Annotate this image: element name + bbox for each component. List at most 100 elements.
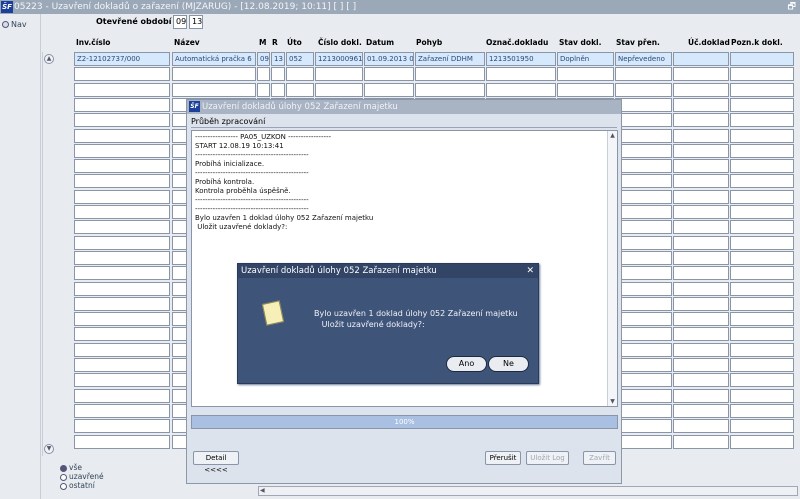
table-cell-uto[interactable] [286, 83, 314, 97]
table-cell-stav-pren[interactable] [615, 373, 672, 387]
table-cell-pozn[interactable] [730, 251, 794, 265]
table-cell-pozn[interactable] [730, 67, 794, 81]
table-cell-inv[interactable] [74, 67, 170, 81]
table-cell-pozn[interactable] [730, 159, 794, 173]
table-cell-pozn[interactable] [730, 373, 794, 387]
table-cell-nazev[interactable]: Automatická pračka 6 [172, 52, 256, 66]
table-cell-stav-pren[interactable] [615, 343, 672, 357]
table-cell-pozn[interactable] [730, 236, 794, 250]
table-cell-uc[interactable] [673, 419, 729, 433]
detail-button[interactable]: Detail <<<< [193, 451, 239, 474]
horizontal-scrollbar[interactable]: ◀ [258, 486, 798, 496]
table-cell-stav-pren[interactable] [615, 205, 672, 219]
table-cell-inv[interactable] [74, 129, 170, 143]
table-cell-inv[interactable] [74, 435, 170, 449]
save-log-button[interactable]: Uložit Log [526, 451, 569, 465]
table-cell-inv[interactable] [74, 83, 170, 97]
table-cell-uc[interactable] [673, 98, 729, 112]
table-cell-cislo[interactable] [315, 67, 363, 81]
table-cell-cislo[interactable] [315, 83, 363, 97]
close-button[interactable]: Zavřít [583, 451, 616, 465]
table-cell-stav-pren[interactable] [615, 98, 672, 112]
table-cell-uto[interactable] [286, 67, 314, 81]
table-cell-inv[interactable] [74, 343, 170, 357]
table-cell-stav-pren[interactable] [615, 389, 672, 403]
table-cell-inv[interactable] [74, 373, 170, 387]
table-cell-stav-dokl[interactable] [557, 83, 614, 97]
table-cell-stav-pren[interactable] [615, 312, 672, 326]
period-year-field[interactable]: 13 [189, 15, 203, 29]
table-cell-stav-dokl[interactable] [557, 67, 614, 81]
table-cell-datum[interactable]: 01.09.2013 0 [364, 52, 414, 66]
table-cell-r[interactable] [271, 83, 285, 97]
table-cell-cislo[interactable]: 1213000961 [315, 52, 363, 66]
table-cell-pozn[interactable] [730, 190, 794, 204]
table-cell-datum[interactable] [364, 83, 414, 97]
table-cell-inv[interactable] [74, 251, 170, 265]
table-cell-uc[interactable] [673, 190, 729, 204]
table-cell-stav-pren[interactable] [615, 404, 672, 418]
filter-all[interactable]: vše [60, 463, 104, 472]
table-cell-uc[interactable] [673, 327, 729, 341]
table-cell-stav-pren[interactable] [615, 144, 672, 158]
table-cell-pozn[interactable] [730, 83, 794, 97]
table-cell-inv[interactable] [74, 205, 170, 219]
table-cell-uc[interactable] [673, 404, 729, 418]
table-cell-stav-pren[interactable] [615, 251, 672, 265]
table-cell-inv[interactable] [74, 389, 170, 403]
table-cell-stav-dokl[interactable]: Doplněn [557, 52, 614, 66]
table-cell-inv[interactable] [74, 144, 170, 158]
table-cell-stav-pren[interactable] [615, 83, 672, 97]
table-cell-nazev[interactable] [172, 67, 256, 81]
table-cell-inv[interactable] [74, 282, 170, 296]
table-cell-pozn[interactable] [730, 220, 794, 234]
table-cell-uc[interactable] [673, 67, 729, 81]
table-cell-uc[interactable] [673, 297, 729, 311]
table-cell-pohyb[interactable] [415, 83, 485, 97]
table-cell-pozn[interactable] [730, 435, 794, 449]
table-cell-m[interactable] [257, 83, 270, 97]
table-cell-uto[interactable]: 052 [286, 52, 314, 66]
table-cell-pozn[interactable] [730, 327, 794, 341]
table-cell-inv[interactable] [74, 419, 170, 433]
table-cell-uc[interactable] [673, 358, 729, 372]
table-cell-inv[interactable] [74, 190, 170, 204]
table-cell-uc[interactable] [673, 343, 729, 357]
table-cell-pozn[interactable] [730, 343, 794, 357]
table-cell-uc[interactable] [673, 83, 729, 97]
table-cell-pozn[interactable] [730, 144, 794, 158]
scroll-down-icon[interactable]: ▼ [608, 397, 617, 406]
restore-window-button[interactable]: 🗗 [788, 0, 796, 14]
table-cell-uc[interactable] [673, 389, 729, 403]
table-cell-nazev[interactable] [172, 83, 256, 97]
table-cell-r[interactable] [271, 67, 285, 81]
table-cell-uc[interactable] [673, 113, 729, 127]
table-cell-pozn[interactable] [730, 312, 794, 326]
table-cell-inv[interactable] [74, 98, 170, 112]
table-cell-stav-pren[interactable] [615, 358, 672, 372]
table-cell-inv[interactable] [74, 297, 170, 311]
table-cell-r[interactable]: 13 [271, 52, 285, 66]
table-cell-oznac[interactable] [486, 67, 556, 81]
table-cell-pohyb[interactable] [415, 67, 485, 81]
period-month-field[interactable]: 09 [173, 15, 187, 29]
table-cell-uc[interactable] [673, 129, 729, 143]
table-cell-stav-pren[interactable] [615, 113, 672, 127]
table-cell-stav-pren[interactable] [615, 297, 672, 311]
table-cell-inv[interactable]: Z2-12102737/000 [74, 52, 170, 66]
log-scrollbar[interactable]: ▲ ▼ [607, 131, 617, 406]
close-icon[interactable]: ✕ [526, 264, 534, 278]
table-cell-pohyb[interactable]: Zařazení DDHM [415, 52, 485, 66]
table-cell-pozn[interactable] [730, 266, 794, 280]
table-cell-pozn[interactable] [730, 205, 794, 219]
table-scrollbar[interactable]: ▲ ▼ [42, 52, 54, 456]
no-button[interactable]: Ne [488, 356, 529, 372]
table-cell-uc[interactable] [673, 266, 729, 280]
interrupt-button[interactable]: Přerušit [485, 451, 521, 465]
table-cell-stav-pren[interactable] [615, 174, 672, 188]
table-cell-pozn[interactable] [730, 129, 794, 143]
table-cell-inv[interactable] [74, 174, 170, 188]
table-cell-stav-pren[interactable] [615, 159, 672, 173]
table-cell-stav-pren[interactable]: Nepřevedeno [615, 52, 672, 66]
table-cell-stav-pren[interactable] [615, 67, 672, 81]
